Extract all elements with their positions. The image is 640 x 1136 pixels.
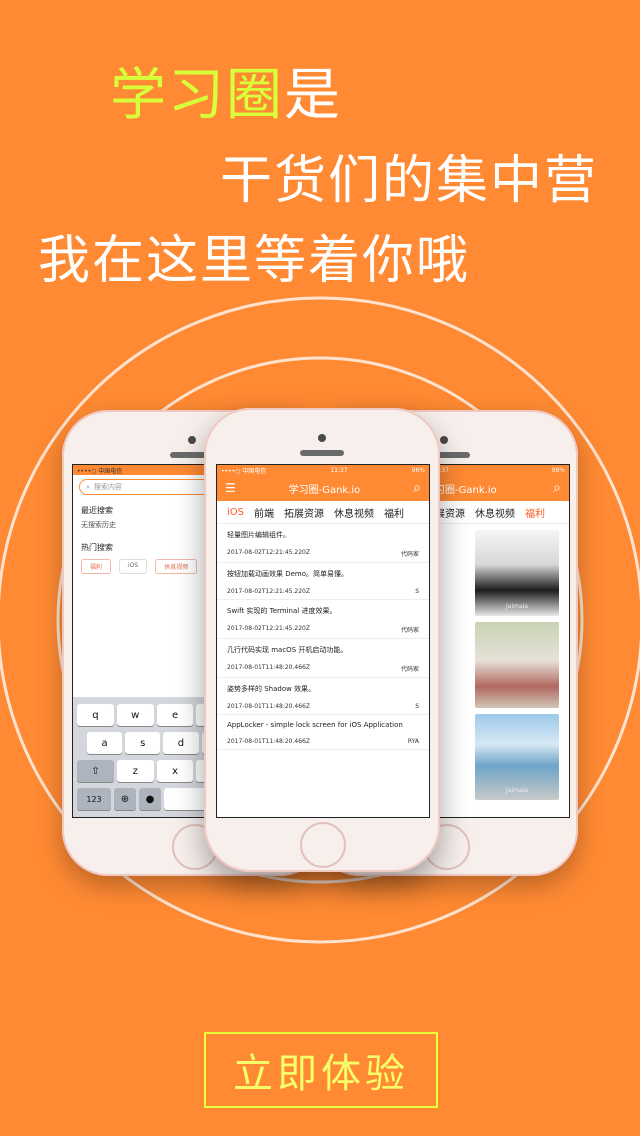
battery-text: 96% bbox=[551, 466, 565, 474]
key-q[interactable]: q bbox=[77, 704, 114, 726]
tab-frontend[interactable]: 前端 bbox=[254, 505, 274, 520]
item-author: S bbox=[415, 588, 419, 595]
search-icon[interactable]: ⌕ bbox=[553, 480, 561, 496]
phone-center: ••••○ 中国电信 11:37 96% ☰ 学习圈-Gank.io ⌕ iOS… bbox=[204, 408, 440, 872]
item-date: 2017-08-02T12:21:45.220Z bbox=[227, 588, 310, 595]
list-item[interactable]: 姿势多样的 Shadow 效果。 2017-08-01T11:48:20.466… bbox=[217, 678, 429, 715]
front-camera-icon bbox=[188, 436, 196, 444]
menu-icon[interactable]: ☰ bbox=[225, 481, 236, 495]
battery-text: 96% bbox=[411, 466, 425, 474]
search-icon: ⌕ bbox=[86, 482, 90, 491]
item-title: Swift 实现的 Terminal 进度效果。 bbox=[227, 607, 337, 615]
photo-card[interactable]: Jaimaia bbox=[475, 530, 559, 616]
navbar: ☰ 学习圈-Gank.io ⌕ bbox=[217, 475, 429, 501]
article-list: 轻量图片编辑组件。 2017-08-02T12:21:45.220Z 代码家 按钮… bbox=[217, 524, 429, 750]
tab-fuli[interactable]: 福利 bbox=[384, 505, 404, 520]
speaker-grille bbox=[300, 450, 344, 456]
item-title: 按钮加载动画效果 Demo。简单易懂。 bbox=[227, 570, 349, 578]
numbers-key[interactable]: 123 bbox=[77, 788, 111, 810]
headline-line-1: 学习圈是 bbox=[110, 50, 342, 131]
photo-card[interactable] bbox=[475, 622, 559, 708]
item-author: 代码家 bbox=[400, 551, 419, 558]
globe-icon[interactable]: ⊕ bbox=[114, 788, 136, 810]
tab-video[interactable]: 休息视频 bbox=[475, 505, 515, 520]
item-date: 2017-08-01T11:48:20.466Z bbox=[227, 738, 310, 745]
item-author: 代码家 bbox=[400, 627, 419, 634]
photo-caption: Jaimaia bbox=[506, 603, 528, 610]
try-now-button[interactable]: 立即体验 bbox=[204, 1032, 438, 1108]
phone-center-screen: ••••○ 中国电信 11:37 96% ☰ 学习圈-Gank.io ⌕ iOS… bbox=[216, 464, 430, 818]
key-s[interactable]: s bbox=[125, 732, 161, 754]
status-bar: ••••○ 中国电信 11:37 96% bbox=[217, 465, 429, 475]
item-author: RYA bbox=[407, 738, 419, 745]
item-date: 2017-08-02T12:21:45.220Z bbox=[227, 549, 310, 556]
list-item[interactable]: 按钮加载动画效果 Demo。简单易懂。 2017-08-02T12:21:45.… bbox=[217, 563, 429, 600]
front-camera-icon bbox=[318, 434, 326, 442]
microphone-icon[interactable]: ● bbox=[139, 788, 161, 810]
chip-fuli[interactable]: 福利 bbox=[81, 559, 112, 574]
key-z[interactable]: z bbox=[116, 760, 154, 782]
search-icon[interactable]: ⌕ bbox=[413, 480, 421, 496]
time-text: 11:37 bbox=[330, 466, 348, 474]
nav-title: 学习圈-Gank.io bbox=[288, 484, 361, 496]
shift-key-icon[interactable]: ⇧ bbox=[77, 760, 114, 782]
item-author: S bbox=[415, 703, 419, 710]
item-date: 2017-08-01T11:48:20.466Z bbox=[227, 703, 310, 710]
item-author: 代码家 bbox=[400, 666, 419, 673]
front-camera-icon bbox=[440, 436, 448, 444]
key-w[interactable]: w bbox=[116, 704, 154, 726]
headline-line-3: 我在这里等着你哦 bbox=[38, 231, 471, 291]
headline-line-1-rest: 是 bbox=[284, 63, 342, 128]
item-date: 2017-08-01T11:48:20.466Z bbox=[227, 664, 310, 671]
key-a[interactable]: a bbox=[87, 732, 123, 754]
item-title: 几行代码实现 macOS 开机启动功能。 bbox=[227, 646, 348, 654]
home-button[interactable] bbox=[300, 822, 346, 868]
tab-video[interactable]: 休息视频 bbox=[334, 505, 374, 520]
item-date: 2017-08-02T12:21:45.220Z bbox=[227, 625, 310, 632]
headline-highlight: 学习圈 bbox=[110, 63, 284, 128]
key-x[interactable]: x bbox=[156, 760, 194, 782]
photo-card[interactable]: Jaimaia bbox=[475, 714, 559, 800]
search-placeholder: 搜索内容 bbox=[93, 483, 122, 491]
item-title: AppLocker - simple lock screen for iOS A… bbox=[227, 721, 403, 729]
carrier-text: ••••○ 中国电信 bbox=[77, 467, 123, 475]
item-title: 轻量图片编辑组件。 bbox=[227, 531, 290, 539]
list-item[interactable]: 几行代码实现 macOS 开机启动功能。 2017-08-01T11:48:20… bbox=[217, 639, 429, 678]
photo-caption: Jaimaia bbox=[506, 787, 528, 794]
headline-line-2: 干货们的集中营 bbox=[220, 151, 599, 211]
key-d[interactable]: d bbox=[163, 732, 199, 754]
item-title: 姿势多样的 Shadow 效果。 bbox=[227, 685, 316, 693]
chip-ios[interactable]: iOS bbox=[119, 559, 148, 574]
carrier-text: ••••○ 中国电信 bbox=[221, 467, 267, 475]
chip-video[interactable]: 休息视频 bbox=[155, 559, 198, 574]
tab-bar: iOS 前端 拓展资源 休息视频 福利 bbox=[217, 501, 429, 524]
key-e[interactable]: e bbox=[156, 704, 194, 726]
tab-ios[interactable]: iOS bbox=[227, 507, 244, 518]
tab-expand[interactable]: 拓展资源 bbox=[284, 505, 324, 520]
list-item[interactable]: Swift 实现的 Terminal 进度效果。 2017-08-02T12:2… bbox=[217, 600, 429, 639]
list-item[interactable]: AppLocker - simple lock screen for iOS A… bbox=[217, 715, 429, 750]
list-item[interactable]: 轻量图片编辑组件。 2017-08-02T12:21:45.220Z 代码家 bbox=[217, 524, 429, 563]
tab-fuli[interactable]: 福利 bbox=[525, 505, 545, 520]
